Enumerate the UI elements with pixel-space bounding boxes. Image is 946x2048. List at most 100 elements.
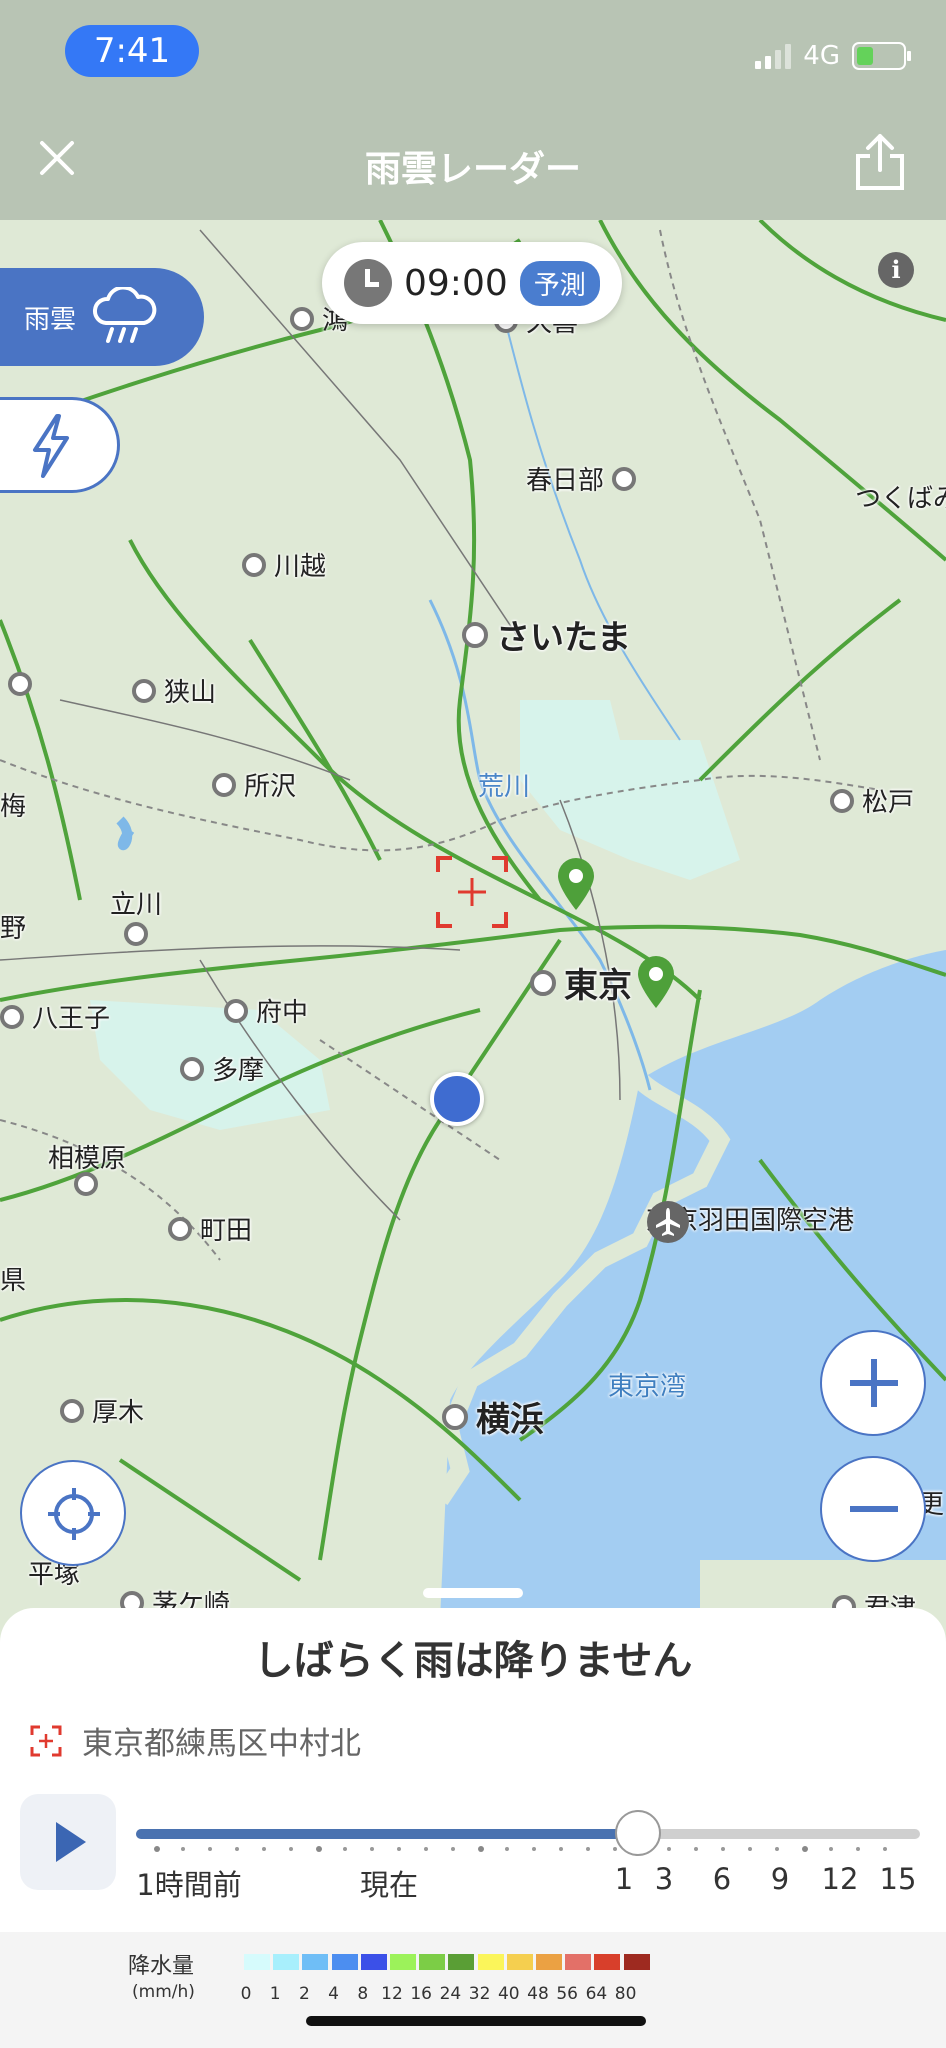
- place-left-dot: [8, 672, 32, 696]
- place-atsugi: 厚木: [60, 1392, 144, 1429]
- legend-swatch: [360, 1954, 387, 1970]
- timeline-dot: [802, 1846, 808, 1852]
- status-time: 7:41: [65, 25, 199, 77]
- place-tokorozawa: 所沢: [212, 766, 296, 803]
- legend-swatch: [302, 1954, 329, 1970]
- timeline-dot: [883, 1847, 887, 1851]
- place-tokyo: 東京: [530, 958, 632, 1007]
- timeline-dot: [667, 1847, 671, 1851]
- rain-layer-tab[interactable]: 雨雲: [0, 268, 204, 366]
- timeline-thumb[interactable]: [614, 1810, 661, 1856]
- legend-unit: (mm/h): [132, 1982, 195, 2002]
- legend-swatch: [594, 1954, 621, 1970]
- place-yokohama: 横浜: [442, 1392, 544, 1441]
- share-icon: [856, 134, 904, 190]
- rain-status-message: しばらく雨は降りません: [253, 1638, 693, 1684]
- legend-value: 56: [556, 1984, 579, 2004]
- place-ken: 県: [0, 1266, 27, 1296]
- lightning-layer-tab[interactable]: [0, 397, 120, 493]
- legend-swatch: [565, 1954, 592, 1970]
- legend-swatch: [390, 1954, 416, 1970]
- legend-swatch: [623, 1954, 650, 1970]
- timeline-dot: [316, 1846, 322, 1852]
- crosshair-locate-icon: [48, 1488, 100, 1540]
- radar-map[interactable]: 鴻 久喜 春日部 つくばみ 川越 さいたま 狭山 所沢 梅 荒川 松戸 立川 野…: [0, 220, 946, 1620]
- timeline-dot: [154, 1846, 160, 1852]
- legend-value: 48: [527, 1984, 549, 2004]
- battery-icon: [852, 42, 911, 70]
- timeline-dot: [208, 1847, 212, 1851]
- legend-value: 12: [381, 1984, 403, 2004]
- play-button[interactable]: [20, 1794, 116, 1890]
- legend-swatch: [331, 1954, 358, 1970]
- location-name: 東京都練馬区中村北: [82, 1726, 361, 1762]
- legend-value: 80: [614, 1984, 637, 2004]
- info-button[interactable]: i: [878, 252, 914, 288]
- timeline-dot: [262, 1847, 266, 1851]
- clock-icon: [344, 259, 392, 307]
- legend-value: 32: [468, 1984, 491, 2004]
- sheet-handle[interactable]: [423, 1588, 523, 1598]
- legend-swatch: [536, 1954, 562, 1970]
- forecast-time: 09:00: [404, 262, 508, 304]
- timeline-dot: [559, 1847, 563, 1851]
- map-pin-icon-2[interactable]: [634, 954, 678, 1010]
- timeline-dot: [856, 1847, 860, 1851]
- zoom-out-button[interactable]: [820, 1456, 926, 1562]
- timeline-progress: [136, 1829, 638, 1839]
- minus-icon: [850, 1506, 898, 1512]
- timeline-dot: [343, 1847, 347, 1851]
- zoom-in-button[interactable]: [820, 1330, 926, 1436]
- target-crosshair-icon: [436, 856, 508, 928]
- timeline-dot: [181, 1847, 185, 1851]
- legend-value: 64: [585, 1984, 608, 2004]
- place-tachikawa-dot: [124, 922, 148, 946]
- time-chip[interactable]: 09:00 予測: [322, 242, 622, 324]
- legend-value: 24: [439, 1984, 462, 2004]
- home-indicator: [306, 2016, 646, 2026]
- forecast-badge: 予測: [519, 260, 600, 306]
- timeline-dot: [451, 1847, 455, 1851]
- timeline-tick-label: 1: [614, 1862, 634, 1896]
- place-kasukabe: 春日部: [526, 460, 637, 497]
- place-fuchu: 府中: [224, 992, 308, 1029]
- map-pin-icon[interactable]: [554, 856, 598, 912]
- legend-value: 1: [269, 1984, 281, 2004]
- timeline-dot: [532, 1847, 536, 1851]
- place-hino: 野: [0, 914, 27, 944]
- lightning-icon: [33, 414, 69, 478]
- legend-value: 8: [357, 1984, 369, 2004]
- place-machida: 町田: [168, 1210, 252, 1247]
- timeline-tick-label: 3: [654, 1862, 674, 1896]
- location-row: 東京都練馬区中村北: [30, 1718, 361, 1763]
- current-location-dot: [430, 1072, 484, 1126]
- place-sagamihara-dot: [74, 1172, 98, 1196]
- timeline-dot: [775, 1847, 779, 1851]
- place-ome: 梅: [0, 792, 27, 822]
- place-sagamihara: 相模原: [48, 1144, 127, 1174]
- place-sayama: 狭山: [132, 672, 216, 709]
- timeline-dot: [370, 1847, 374, 1851]
- legend-title: 降水量: [128, 1954, 195, 1979]
- legend-swatch: [419, 1954, 446, 1970]
- place-tachikawa: 立川: [110, 890, 163, 920]
- legend-value: 4: [328, 1984, 340, 2004]
- place-tama: 多摩: [180, 1050, 264, 1087]
- timeline-dot: [748, 1847, 752, 1851]
- airport-haneda[interactable]: 東京羽田国際空港: [646, 1200, 854, 1243]
- timeline-dot: [235, 1847, 239, 1851]
- network-label: 4G: [803, 41, 840, 71]
- status-indicators: 4G: [755, 36, 911, 76]
- share-button[interactable]: [852, 130, 908, 194]
- rain-cloud-icon: [93, 287, 157, 343]
- timeline-tick-label: 15: [879, 1862, 917, 1896]
- locate-me-button[interactable]: [20, 1460, 126, 1566]
- timeline-dot: [478, 1846, 484, 1852]
- airplane-icon: [647, 1201, 689, 1243]
- rain-tab-label: 雨雲: [24, 304, 77, 335]
- timeline-dot: [694, 1847, 698, 1851]
- timeline-dot: [613, 1847, 617, 1851]
- river-label-arakawa: 荒川: [478, 772, 531, 802]
- legend-swatch: [477, 1954, 504, 1970]
- timeline-tick-label: 現在: [359, 1868, 419, 1902]
